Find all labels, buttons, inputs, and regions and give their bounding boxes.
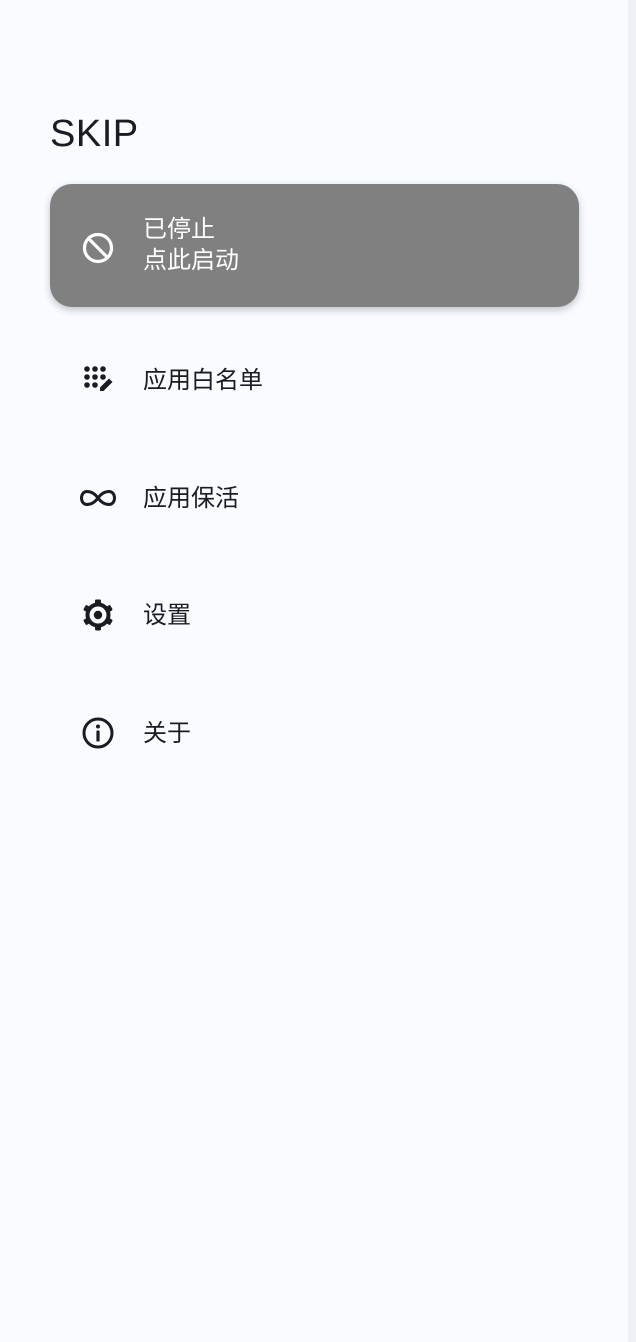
block-icon xyxy=(80,230,116,266)
menu-item-keep-alive[interactable]: 应用保活 xyxy=(50,458,579,538)
menu-item-app-whitelist[interactable]: 应用白名单 xyxy=(50,340,579,420)
status-label: 已停止 xyxy=(143,215,215,243)
status-hint: 点此启动 xyxy=(143,246,239,274)
service-status-card[interactable]: 已停止 点此启动 xyxy=(50,184,579,307)
menu-item-label: 应用保活 xyxy=(143,484,239,512)
menu-item-settings[interactable]: 设置 xyxy=(50,575,579,655)
app-title: SKIP xyxy=(50,113,139,155)
app-whitelist-icon xyxy=(80,362,116,398)
gear-icon xyxy=(80,597,116,633)
menu-item-about[interactable]: 关于 xyxy=(50,693,579,773)
menu-item-label: 应用白名单 xyxy=(143,366,263,394)
edge-strip xyxy=(628,0,636,1342)
info-icon xyxy=(80,715,116,751)
status-text: 已停止 点此启动 xyxy=(143,214,239,276)
menu-item-label: 设置 xyxy=(143,601,191,629)
menu-item-label: 关于 xyxy=(143,719,191,747)
infinity-icon xyxy=(80,480,116,516)
